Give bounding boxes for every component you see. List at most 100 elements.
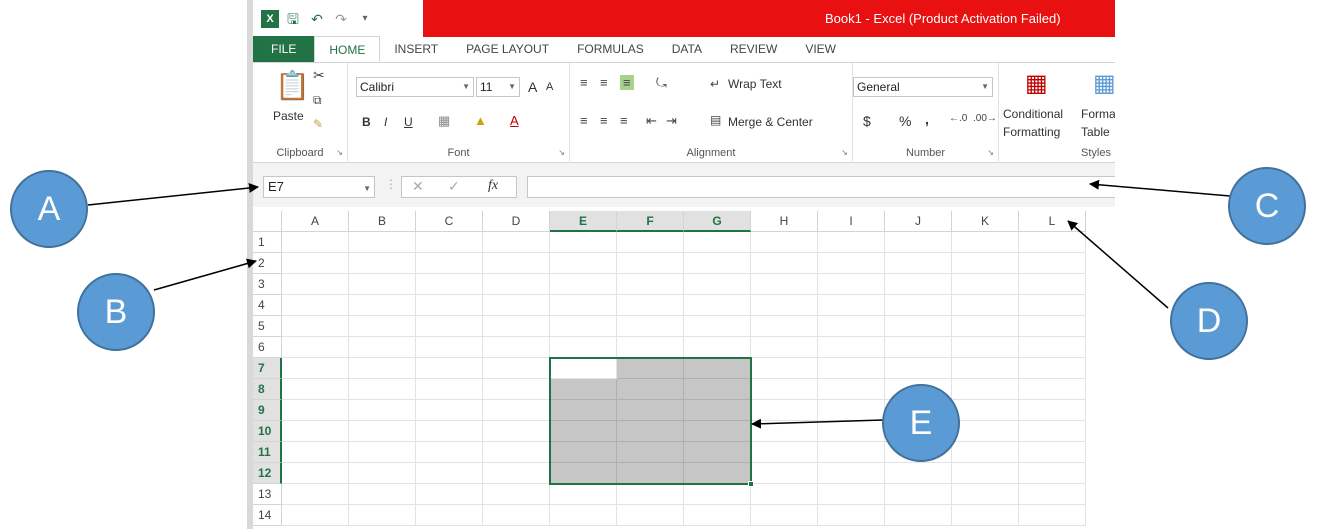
font-name-select[interactable]: Calibri ▼ <box>356 77 474 97</box>
increase-decimal-icon[interactable]: ←.0 <box>949 113 967 124</box>
cell-c9[interactable] <box>416 400 483 421</box>
cut-icon[interactable]: ✂ <box>313 67 325 84</box>
cell-f1[interactable] <box>617 232 684 253</box>
row-header-6[interactable]: 6 <box>253 337 282 358</box>
cell-j13[interactable] <box>885 484 952 505</box>
cell-i9[interactable] <box>818 400 885 421</box>
cell-a5[interactable] <box>282 316 349 337</box>
format-as-table-icon[interactable]: ▦ <box>1093 69 1115 98</box>
column-header-e[interactable]: E <box>550 211 617 232</box>
cell-g6[interactable] <box>684 337 751 358</box>
orientation-icon[interactable]: ⤿ <box>656 75 667 91</box>
row-header-10[interactable]: 10 <box>253 421 282 442</box>
cell-e6[interactable] <box>550 337 617 358</box>
row-header-1[interactable]: 1 <box>253 232 282 253</box>
cell-a10[interactable] <box>282 421 349 442</box>
cell-e1[interactable] <box>550 232 617 253</box>
column-header-l[interactable]: L <box>1019 211 1086 232</box>
cell-c13[interactable] <box>416 484 483 505</box>
cell-e13[interactable] <box>550 484 617 505</box>
increase-indent-icon[interactable]: ⇥ <box>666 113 677 129</box>
cell-b10[interactable] <box>349 421 416 442</box>
cell-d10[interactable] <box>483 421 550 442</box>
cell-l9[interactable] <box>1019 400 1086 421</box>
cell-h2[interactable] <box>751 253 818 274</box>
clipboard-launcher-icon[interactable]: ↘ <box>336 148 343 157</box>
cell-j2[interactable] <box>885 253 952 274</box>
cell-i4[interactable] <box>818 295 885 316</box>
enter-icon[interactable]: ✓ <box>448 178 460 195</box>
cell-i12[interactable] <box>818 463 885 484</box>
cell-d8[interactable] <box>483 379 550 400</box>
align-bottom-icon[interactable]: ≡ <box>620 75 634 90</box>
cell-l14[interactable] <box>1019 505 1086 526</box>
cell-k8[interactable] <box>952 379 1019 400</box>
customize-icon[interactable]: ▾ <box>355 9 375 29</box>
cell-a4[interactable] <box>282 295 349 316</box>
cell-d9[interactable] <box>483 400 550 421</box>
cell-c2[interactable] <box>416 253 483 274</box>
cell-j7[interactable] <box>885 358 952 379</box>
cell-k10[interactable] <box>952 421 1019 442</box>
cell-f7[interactable] <box>617 358 684 379</box>
tab-review[interactable]: REVIEW <box>716 36 791 62</box>
cell-j1[interactable] <box>885 232 952 253</box>
paste-button[interactable]: Paste <box>273 109 304 123</box>
cell-f12[interactable] <box>617 463 684 484</box>
cell-h8[interactable] <box>751 379 818 400</box>
grow-font-button[interactable]: A <box>528 79 537 95</box>
cell-g4[interactable] <box>684 295 751 316</box>
cell-l5[interactable] <box>1019 316 1086 337</box>
align-middle-icon[interactable]: ≡ <box>600 75 608 90</box>
fill-handle[interactable] <box>748 481 754 487</box>
cell-c3[interactable] <box>416 274 483 295</box>
format-as-table-button-line2[interactable]: Table <box>1081 125 1110 139</box>
cell-f8[interactable] <box>617 379 684 400</box>
decrease-indent-icon[interactable]: ⇤ <box>646 113 657 129</box>
cell-k2[interactable] <box>952 253 1019 274</box>
cell-l8[interactable] <box>1019 379 1086 400</box>
align-top-icon[interactable]: ≡ <box>580 75 588 90</box>
cell-i3[interactable] <box>818 274 885 295</box>
cell-i5[interactable] <box>818 316 885 337</box>
cell-i2[interactable] <box>818 253 885 274</box>
cell-j12[interactable] <box>885 463 952 484</box>
shrink-font-button[interactable]: A <box>546 81 553 93</box>
cell-k12[interactable] <box>952 463 1019 484</box>
format-painter-icon[interactable]: ✎ <box>313 117 323 131</box>
cell-g12[interactable] <box>684 463 751 484</box>
cell-a2[interactable] <box>282 253 349 274</box>
column-header-k[interactable]: K <box>952 211 1019 232</box>
cell-c7[interactable] <box>416 358 483 379</box>
cell-l1[interactable] <box>1019 232 1086 253</box>
copy-icon[interactable]: ⧉ <box>313 93 322 108</box>
number-format-select[interactable]: General ▼ <box>853 77 993 97</box>
row-header-8[interactable]: 8 <box>253 379 282 400</box>
cell-f14[interactable] <box>617 505 684 526</box>
cell-l13[interactable] <box>1019 484 1086 505</box>
cell-h5[interactable] <box>751 316 818 337</box>
select-all-corner[interactable] <box>253 211 282 232</box>
cell-d2[interactable] <box>483 253 550 274</box>
cell-i6[interactable] <box>818 337 885 358</box>
cell-i13[interactable] <box>818 484 885 505</box>
cell-d7[interactable] <box>483 358 550 379</box>
row-header-4[interactable]: 4 <box>253 295 282 316</box>
cell-f4[interactable] <box>617 295 684 316</box>
cell-d5[interactable] <box>483 316 550 337</box>
cell-a8[interactable] <box>282 379 349 400</box>
drag-handle-icon[interactable]: ⋮ <box>385 177 397 191</box>
cell-k3[interactable] <box>952 274 1019 295</box>
cell-b7[interactable] <box>349 358 416 379</box>
cell-f5[interactable] <box>617 316 684 337</box>
cell-l12[interactable] <box>1019 463 1086 484</box>
cell-l3[interactable] <box>1019 274 1086 295</box>
cell-b13[interactable] <box>349 484 416 505</box>
cell-g11[interactable] <box>684 442 751 463</box>
cell-a13[interactable] <box>282 484 349 505</box>
cell-h6[interactable] <box>751 337 818 358</box>
cell-i14[interactable] <box>818 505 885 526</box>
italic-button[interactable]: I <box>384 115 387 129</box>
cell-c14[interactable] <box>416 505 483 526</box>
cell-b1[interactable] <box>349 232 416 253</box>
